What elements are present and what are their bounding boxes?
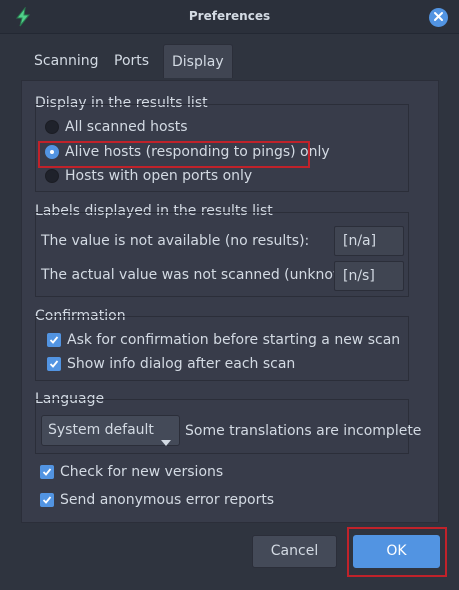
- checkbox[interactable]: [40, 493, 54, 507]
- close-icon: [433, 10, 444, 26]
- tab-ports[interactable]: Ports: [106, 44, 157, 78]
- title-bar: Preferences: [0, 0, 459, 34]
- tab-bar: Scanning Ports Display: [21, 44, 439, 80]
- show-info-option[interactable]: Show info dialog after each scan: [47, 356, 295, 372]
- checkbox[interactable]: [47, 333, 61, 347]
- checkbox-label: Ask for confirmation before starting a n…: [67, 332, 401, 348]
- chevron-down-icon: [161, 428, 171, 457]
- checkbox-label: Show info dialog after each scan: [67, 356, 296, 372]
- tab-display[interactable]: Display: [163, 44, 233, 78]
- radio-button[interactable]: [45, 120, 59, 134]
- send-reports-option[interactable]: Send anonymous error reports: [40, 492, 274, 508]
- cancel-button[interactable]: Cancel: [252, 535, 337, 568]
- radio-label: All scanned hosts: [65, 119, 188, 135]
- not-scanned-input[interactable]: [n/s]: [334, 261, 404, 291]
- radio-label: Hosts with open ports only: [65, 168, 253, 184]
- language-note: Some translations are incomplete: [185, 423, 422, 439]
- checkbox-label: Send anonymous error reports: [60, 492, 275, 508]
- ask-confirmation-option[interactable]: Ask for confirmation before starting a n…: [47, 332, 400, 348]
- selection-highlight: [38, 141, 310, 168]
- radio-open-ports[interactable]: Hosts with open ports only: [45, 168, 252, 184]
- check-versions-option[interactable]: Check for new versions: [40, 464, 223, 480]
- ok-button[interactable]: OK: [353, 535, 440, 568]
- language-select[interactable]: System default: [41, 415, 180, 446]
- not-available-input[interactable]: [n/a]: [334, 226, 404, 256]
- checkbox[interactable]: [40, 465, 54, 479]
- close-button[interactable]: [429, 8, 448, 27]
- checkbox[interactable]: [47, 357, 61, 371]
- not-available-label: The value is not available (no results):: [41, 233, 310, 249]
- radio-all-hosts[interactable]: All scanned hosts: [45, 119, 188, 135]
- radio-button[interactable]: [45, 169, 59, 183]
- not-scanned-label: The actual value was not scanned (unknow…: [41, 267, 364, 283]
- window-title: Preferences: [188, 9, 271, 23]
- checkbox-label: Check for new versions: [60, 464, 224, 480]
- tab-scanning[interactable]: Scanning: [26, 44, 107, 78]
- language-select-value: System default: [48, 422, 154, 438]
